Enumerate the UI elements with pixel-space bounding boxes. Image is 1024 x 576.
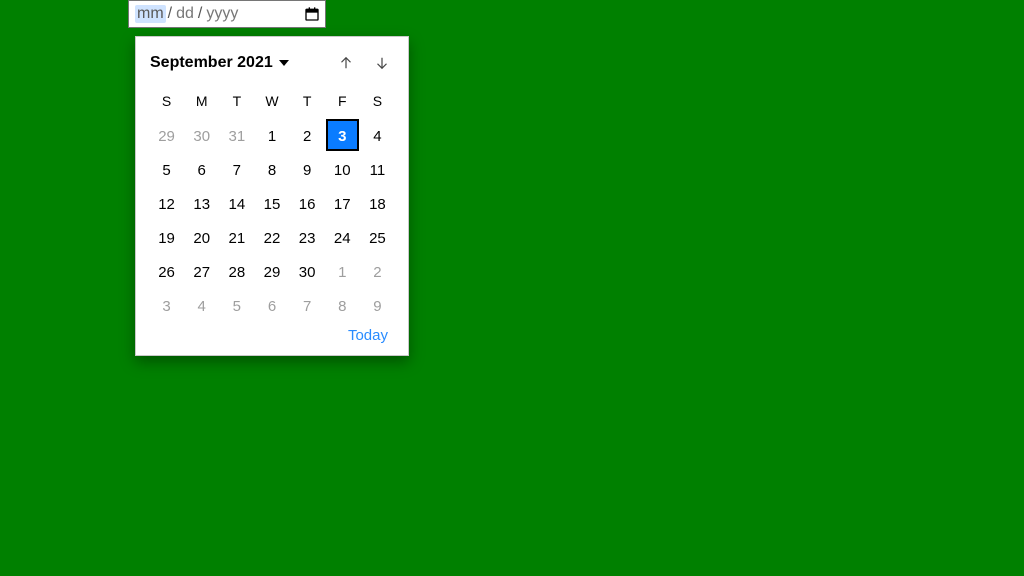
calendar-day[interactable]: 10 bbox=[326, 153, 359, 185]
calendar-icon[interactable] bbox=[303, 5, 321, 23]
calendar-day[interactable]: 8 bbox=[255, 153, 288, 185]
calendar-day[interactable]: 17 bbox=[326, 187, 359, 219]
date-picker-popup: September 2021 SMTWTFS293031123456789101… bbox=[135, 36, 409, 356]
arrow-up-icon bbox=[337, 54, 355, 72]
calendar-day[interactable]: 13 bbox=[185, 187, 218, 219]
calendar-day[interactable]: 21 bbox=[220, 221, 253, 253]
calendar-day[interactable]: 23 bbox=[291, 221, 324, 253]
calendar-day[interactable]: 29 bbox=[255, 255, 288, 287]
weekday-header: F bbox=[326, 87, 359, 117]
date-input-day-segment[interactable]: dd bbox=[174, 5, 196, 23]
calendar-day[interactable]: 5 bbox=[150, 153, 183, 185]
calendar-day[interactable]: 12 bbox=[150, 187, 183, 219]
calendar-day[interactable]: 1 bbox=[255, 119, 288, 151]
calendar-day[interactable]: 20 bbox=[185, 221, 218, 253]
chevron-down-icon bbox=[279, 60, 289, 66]
calendar-day[interactable]: 24 bbox=[326, 221, 359, 253]
calendar-day[interactable]: 26 bbox=[150, 255, 183, 287]
calendar-grid: SMTWTFS293031123456789101112131415161718… bbox=[150, 87, 394, 321]
month-nav bbox=[334, 51, 394, 75]
weekday-header: T bbox=[291, 87, 324, 117]
calendar-day[interactable]: 14 bbox=[220, 187, 253, 219]
calendar-day[interactable]: 31 bbox=[220, 119, 253, 151]
weekday-header: S bbox=[361, 87, 394, 117]
calendar-day[interactable]: 28 bbox=[220, 255, 253, 287]
arrow-down-icon bbox=[373, 54, 391, 72]
calendar-day[interactable]: 2 bbox=[291, 119, 324, 151]
date-picker-header: September 2021 bbox=[150, 51, 394, 75]
weekday-header: W bbox=[255, 87, 288, 117]
calendar-day[interactable]: 4 bbox=[361, 119, 394, 151]
calendar-day[interactable]: 18 bbox=[361, 187, 394, 219]
calendar-day[interactable]: 11 bbox=[361, 153, 394, 185]
calendar-day[interactable]: 8 bbox=[326, 289, 359, 321]
weekday-header: T bbox=[220, 87, 253, 117]
date-separator: / bbox=[166, 5, 174, 23]
calendar-day[interactable]: 29 bbox=[150, 119, 183, 151]
calendar-day[interactable]: 6 bbox=[185, 153, 218, 185]
next-month-button[interactable] bbox=[370, 51, 394, 75]
calendar-day[interactable]: 15 bbox=[255, 187, 288, 219]
calendar-day[interactable]: 30 bbox=[291, 255, 324, 287]
date-picker-footer: Today bbox=[150, 327, 394, 345]
date-separator: / bbox=[196, 5, 204, 23]
calendar-day[interactable]: 3 bbox=[326, 119, 359, 151]
calendar-day[interactable]: 9 bbox=[291, 153, 324, 185]
date-input-month-segment[interactable]: mm bbox=[135, 5, 166, 23]
calendar-day[interactable]: 16 bbox=[291, 187, 324, 219]
calendar-day[interactable]: 1 bbox=[326, 255, 359, 287]
date-input-segments: mm / dd / yyyy bbox=[135, 5, 240, 23]
weekday-header: S bbox=[150, 87, 183, 117]
date-input-year-segment[interactable]: yyyy bbox=[204, 5, 240, 23]
calendar-day[interactable]: 5 bbox=[220, 289, 253, 321]
calendar-day[interactable]: 6 bbox=[255, 289, 288, 321]
calendar-day[interactable]: 7 bbox=[220, 153, 253, 185]
calendar-day[interactable]: 27 bbox=[185, 255, 218, 287]
calendar-day[interactable]: 9 bbox=[361, 289, 394, 321]
calendar-day[interactable]: 2 bbox=[361, 255, 394, 287]
weekday-header: M bbox=[185, 87, 218, 117]
calendar-day[interactable]: 7 bbox=[291, 289, 324, 321]
calendar-day[interactable]: 3 bbox=[150, 289, 183, 321]
prev-month-button[interactable] bbox=[334, 51, 358, 75]
calendar-day[interactable]: 19 bbox=[150, 221, 183, 253]
month-year-selector[interactable]: September 2021 bbox=[150, 54, 289, 72]
calendar-day[interactable]: 22 bbox=[255, 221, 288, 253]
month-year-label: September 2021 bbox=[150, 54, 273, 72]
calendar-day[interactable]: 25 bbox=[361, 221, 394, 253]
calendar-day[interactable]: 4 bbox=[185, 289, 218, 321]
calendar-day[interactable]: 30 bbox=[185, 119, 218, 151]
today-link[interactable]: Today bbox=[348, 327, 388, 344]
date-input[interactable]: mm / dd / yyyy bbox=[128, 0, 326, 28]
